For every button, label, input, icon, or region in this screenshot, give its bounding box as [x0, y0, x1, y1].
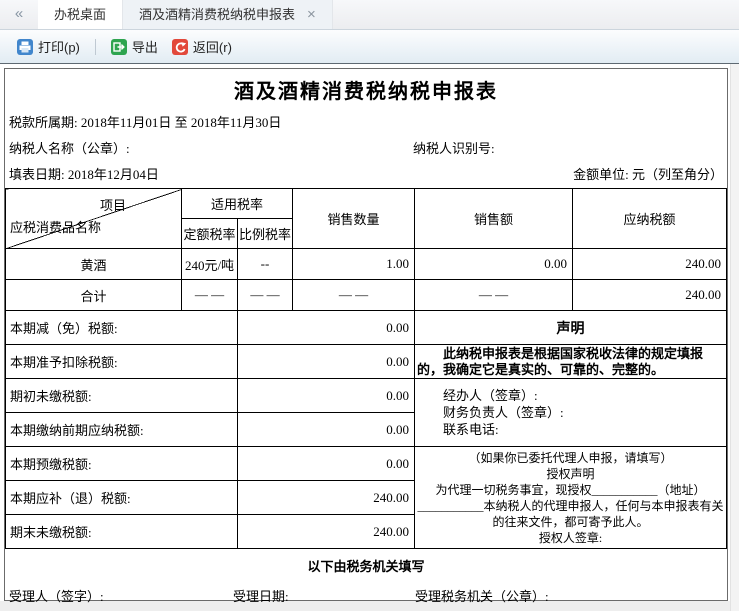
row-value: 0.00 [237, 344, 415, 379]
fixed-rate-header: 定额税率 [181, 218, 238, 249]
fill-date: 填表日期: 2018年12月04日 [9, 164, 159, 183]
row-value: 0.00 [237, 412, 415, 447]
back-button[interactable]: 返回(r) [165, 33, 239, 60]
export-button-label: 导出 [131, 40, 158, 55]
fill-date-label: 填表日期: [9, 167, 65, 182]
receive-date-label: 受理日期: [233, 589, 289, 604]
row-label: 本期缴纳前期应纳税额: [5, 412, 238, 447]
taxpayer-id-label: 纳税人识别号: [413, 141, 495, 156]
back-button-label: 返回(r) [192, 40, 232, 55]
receiving-office-label: 受理税务机关（公章）: [415, 589, 549, 604]
row-label: 本期准予扣除税额: [5, 344, 238, 379]
tax-period-line: 税款所属期: 2018年11月01日 至 2018年11月30日 [5, 104, 727, 131]
row-value: 0.00 [237, 310, 415, 345]
form-panel: 酒及酒精消费税纳税申报表 税款所属期: 2018年11月01日 至 2018年1… [4, 68, 728, 604]
tab-desktop[interactable]: 办税桌面 [38, 0, 124, 29]
app-window: « 办税桌面 酒及酒精消费税纳税申报表 × 打印(p) 导出 返回(r) 酒及酒… [0, 0, 739, 611]
row-label: 期末未缴税额: [5, 514, 238, 549]
export-icon [110, 38, 127, 55]
taxpayer-name-label: 纳税人名称（公章）: [9, 141, 130, 156]
print-button-label: 打印(p) [38, 40, 80, 55]
table-row: 期初未缴税额: 0.00 经办人（签章）: 财务负责人（签章）: 联系电话: [5, 378, 727, 447]
applicable-rate-header: 适用税率 [180, 188, 294, 219]
ratio-rate-value: — — [236, 279, 294, 311]
row-value: 240.00 [237, 480, 415, 515]
declaration-header: 声明 [414, 310, 727, 345]
agent-signature-block: 经办人（签章）: 财务负责人（签章）: 联系电话: [414, 378, 727, 447]
close-icon[interactable]: × [307, 7, 316, 22]
corner-header-cell: 项目 应税消费品名称 [5, 188, 182, 249]
tax-office-signature-line: 受理人（签字）: 受理日期: 受理税务机关（公章）: [5, 582, 727, 608]
fixed-rate-value: — — [181, 279, 238, 311]
item-name: 合计 [5, 279, 182, 311]
tab-bar: « 办税桌面 酒及酒精消费税纳税申报表 × [0, 0, 739, 30]
declaration-text: 此纳税申报表是根据国家税收法律的规定填报的，我确定它是真实的、可靠的、完整的。 [414, 344, 727, 379]
receiver-label: 受理人（签字）: [9, 589, 104, 604]
table-row: 本期减（免）税额: 0.00 声明 [5, 310, 727, 345]
authorization-title: 授权声明 [546, 466, 595, 481]
item-name: 黄酒 [5, 248, 182, 280]
authorization-line: ___________本纳税人的代理申报人，任何与本申报表有关 [417, 498, 724, 513]
tab-desktop-label: 办税桌面 [54, 7, 107, 22]
tab-declaration-form-label: 酒及酒精消费税纳税申报表 [139, 7, 296, 22]
row-label: 本期应补（退）税额: [5, 480, 238, 515]
authorization-block: （如果你已委托代理人申报，请填写） 授权声明 为代理一切税务事宜，现授权____… [414, 446, 727, 549]
row-label: 本期预缴税额: [5, 446, 238, 481]
collapse-tabs-icon[interactable]: « [0, 0, 38, 29]
ratio-rate-value: -- [236, 248, 294, 280]
tax-value: 240.00 [572, 248, 727, 280]
table-row-yellow-wine: 黄酒 240元/吨 -- 1.00 0.00 240.00 [5, 248, 727, 280]
tax-office-header: 以下由税务机关填写 [307, 559, 425, 574]
tax-period-value: 2018年11月01日 至 2018年11月30日 [80, 115, 282, 130]
row-label: 期初未缴税额: [5, 378, 238, 413]
authorizer-seal-label: 授权人签章: [538, 530, 603, 545]
ratio-rate-header: 比例税率 [236, 218, 294, 249]
sales-value: 0.00 [414, 248, 574, 280]
toolbar-separator [94, 38, 96, 55]
quantity-value: — — [292, 279, 416, 311]
table-row: 本期准予扣除税额: 0.00 此纳税申报表是根据国家税收法律的规定填报的，我确定… [5, 344, 727, 379]
fill-date-value: 2018年12月04日 [67, 167, 159, 182]
taxpayer-line: 纳税人名称（公章）: 纳税人识别号: [5, 131, 727, 157]
printer-icon [17, 38, 33, 55]
row-value: 0.00 [237, 378, 415, 413]
scrollbar-track[interactable] [730, 64, 739, 611]
row-value: 240.00 [237, 514, 415, 549]
summary-table: 本期减（免）税额: 0.00 声明 本期准予扣除税额: 0.00 此纳税申报表是… [5, 310, 727, 549]
tax-header: 应纳税额 [572, 188, 727, 249]
quantity-header: 销售数量 [292, 188, 416, 249]
table-row-total: 合计 — — — — — — — — 240.00 [5, 279, 727, 311]
content-area: 酒及酒精消费税纳税申报表 税款所属期: 2018年11月01日 至 2018年1… [0, 64, 739, 611]
authorization-line: （如果你已委托代理人申报，请填写） [468, 450, 673, 465]
sales-header: 销售额 [414, 188, 574, 249]
fill-date-line: 填表日期: 2018年12月04日 金额单位: 元（列至角分） [5, 157, 727, 188]
tab-declaration-form[interactable]: 酒及酒精消费税纳税申报表 × [123, 0, 333, 29]
toolbar: 打印(p) 导出 返回(r) [0, 30, 739, 64]
back-icon [171, 38, 188, 55]
row-value: 0.00 [237, 446, 415, 481]
corner-bottom-label: 应税消费品名称 [10, 220, 102, 235]
tax-value: 240.00 [572, 279, 727, 311]
authorization-line: 的往来文件，都可寄予此人。 [492, 514, 649, 529]
agent-signer-label: 经办人（签章）: [443, 388, 538, 403]
amount-unit-label: 金额单位: 元（列至角分） [573, 167, 723, 182]
tax-period-label: 税款所属期: [9, 115, 78, 130]
export-button[interactable]: 导出 [104, 33, 165, 60]
table-row: 本期预缴税额: 0.00 （如果你已委托代理人申报，请填写） 授权声明 为代理一… [5, 446, 727, 549]
quantity-value: 1.00 [292, 248, 416, 280]
print-button[interactable]: 打印(p) [10, 33, 87, 60]
corner-top-label: 项目 [100, 198, 127, 213]
sales-value: — — [414, 279, 574, 311]
row-label: 本期减（免）税额: [5, 310, 238, 345]
contact-phone-label: 联系电话: [443, 422, 499, 437]
fixed-rate-value: 240元/吨 [181, 248, 238, 280]
main-table: 项目 应税消费品名称 适用税率 销售数量 销售额 应纳税额 定额税率 比例税率 … [5, 188, 727, 311]
authorization-line: 为代理一切税务事宜，现授权___________（地址） [435, 482, 706, 497]
finance-officer-label: 财务负责人（签章）: [443, 405, 564, 420]
form-title: 酒及酒精消费税纳税申报表 [234, 81, 498, 103]
